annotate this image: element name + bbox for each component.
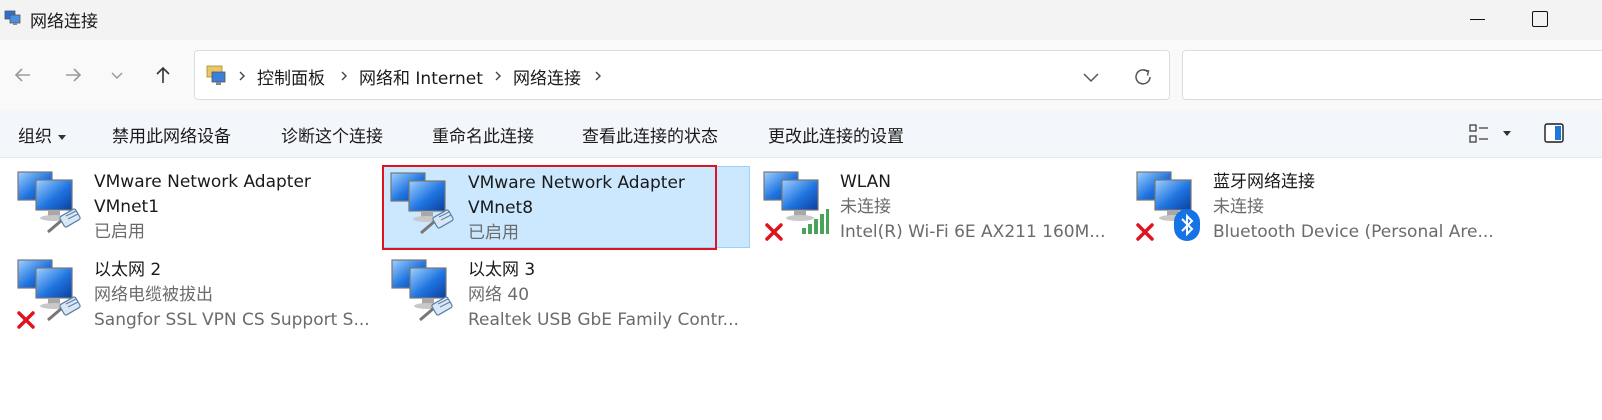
change-settings-button[interactable]: 更改此连接的设置 <box>768 122 904 147</box>
breadcrumb-chevron-icon[interactable] <box>593 67 603 85</box>
connection-status: 网络电缆被拔出 <box>94 285 213 305</box>
up-arrow-icon <box>156 66 170 83</box>
back-arrow-icon <box>14 68 30 82</box>
command-bar: 组织 禁用此网络设备 诊断这个连接 重命名此连接 查看此连接的状态 更改此连接的… <box>0 110 1602 158</box>
breadcrumb-chevron-icon <box>239 71 245 81</box>
connection-name: 以太网 3 <box>468 260 536 280</box>
connection-name-line2: VMnet1 <box>94 197 160 217</box>
connection-name: VMware Network Adapter <box>468 173 685 193</box>
refresh-icon[interactable] <box>1129 63 1157 91</box>
item-text: 蓝牙网络连接 未连接 Bluetooth Device (Personal Ar… <box>1213 170 1494 245</box>
connection-name: 蓝牙网络连接 <box>1213 172 1315 192</box>
breadcrumb-network-internet[interactable]: 网络和 Internet <box>359 64 483 89</box>
forward-button[interactable] <box>56 58 90 92</box>
rename-button[interactable]: 重命名此连接 <box>432 122 534 147</box>
error-x-icon <box>765 223 783 241</box>
connection-status: 已启用 <box>468 223 519 243</box>
breadcrumb-control-panel[interactable]: 控制面板 <box>257 64 325 89</box>
connection-name-line2: VMnet8 <box>468 198 534 218</box>
organize-label: 组织 <box>18 127 52 147</box>
connection-device: Intel(R) Wi-Fi 6E AX211 160M... <box>840 222 1106 242</box>
disable-device-button[interactable]: 禁用此网络设备 <box>112 122 231 147</box>
ethernet-plug-icon <box>420 209 454 235</box>
connection-device: Sangfor SSL VPN CS Support S... <box>94 310 370 330</box>
recent-locations-button[interactable] <box>100 58 134 92</box>
item-text: VMware Network Adapter VMnet1 已启用 <box>94 170 311 245</box>
connection-item-vmnet1[interactable]: VMware Network Adapter VMnet1 已启用 <box>16 166 376 252</box>
organize-button[interactable]: 组织 <box>18 122 66 147</box>
connection-device: Realtek USB GbE Family Contr... <box>468 310 739 330</box>
wifi-signal-icon <box>802 209 829 234</box>
connection-name: VMware Network Adapter <box>94 172 311 192</box>
item-text: VMware Network Adapter VMnet8 已启用 <box>468 171 685 246</box>
forward-arrow-icon <box>66 68 82 82</box>
bluetooth-icon <box>1174 209 1200 241</box>
connection-name: WLAN <box>840 172 892 192</box>
navigation-bar: 控制面板 网络和 Internet 网络连接 <box>0 40 1602 110</box>
connection-status: 已启用 <box>94 222 145 242</box>
error-x-icon <box>17 311 35 329</box>
connection-item-wlan[interactable]: WLAN 未连接 Intel(R) Wi-Fi 6E AX211 160M... <box>762 166 1130 252</box>
minimize-button[interactable] <box>1464 6 1492 34</box>
ethernet-plug-icon <box>47 296 81 322</box>
ethernet-plug-icon <box>419 296 453 322</box>
caret-down-icon <box>58 134 66 140</box>
ethernet-plug-icon <box>47 208 81 234</box>
address-bar[interactable]: 控制面板 网络和 Internet 网络连接 <box>194 50 1170 100</box>
view-options-dropdown-icon[interactable] <box>1503 131 1511 136</box>
breadcrumb-chevron-icon[interactable] <box>493 67 503 85</box>
chevron-down-icon <box>111 72 123 80</box>
connection-device: Bluetooth Device (Personal Are... <box>1213 222 1494 242</box>
connection-item-ethernet-3[interactable]: 以太网 3 网络 40 Realtek USB GbE Family Contr… <box>390 254 750 340</box>
view-status-button[interactable]: 查看此连接的状态 <box>582 122 718 147</box>
item-text: 以太网 3 网络 40 Realtek USB GbE Family Contr… <box>468 258 739 333</box>
maximize-button[interactable] <box>1526 6 1554 34</box>
connection-item-ethernet-2[interactable]: 以太网 2 网络电缆被拔出 Sangfor SSL VPN CS Support… <box>16 254 376 340</box>
error-x-icon <box>1136 223 1154 241</box>
back-button[interactable] <box>6 58 40 92</box>
item-text: 以太网 2 网络电缆被拔出 Sangfor SSL VPN CS Support… <box>94 258 370 333</box>
title-bar: 网络连接 <box>0 0 1602 40</box>
network-connections-icon <box>4 10 21 25</box>
connection-name: 以太网 2 <box>94 260 162 280</box>
search-input[interactable] <box>1182 50 1602 100</box>
preview-pane-icon[interactable] <box>1543 122 1565 144</box>
window-title: 网络连接 <box>30 12 98 32</box>
control-panel-icon <box>206 65 226 85</box>
diagnose-button[interactable]: 诊断这个连接 <box>281 122 383 147</box>
address-dropdown-icon[interactable] <box>1077 63 1105 91</box>
breadcrumb-network-connections[interactable]: 网络连接 <box>513 64 581 89</box>
change-view-icon[interactable] <box>1468 122 1492 146</box>
up-button[interactable] <box>146 58 180 92</box>
connection-status: 网络 40 <box>468 285 530 305</box>
item-text: WLAN 未连接 Intel(R) Wi-Fi 6E AX211 160M... <box>840 170 1106 245</box>
connection-status: 未连接 <box>1213 197 1264 217</box>
connection-status: 未连接 <box>840 197 891 217</box>
connection-item-bluetooth[interactable]: 蓝牙网络连接 未连接 Bluetooth Device (Personal Ar… <box>1135 166 1515 252</box>
breadcrumb-chevron-icon[interactable] <box>339 67 349 85</box>
connection-item-vmnet8[interactable]: VMware Network Adapter VMnet8 已启用 <box>382 166 750 248</box>
